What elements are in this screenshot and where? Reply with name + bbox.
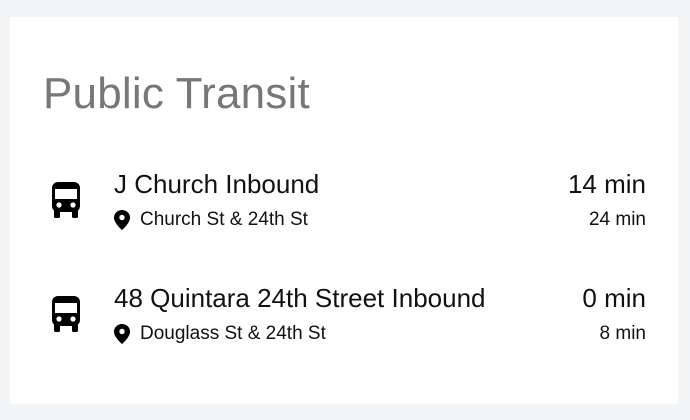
route-name: 48 Quintara 24th Street Inbound bbox=[114, 283, 486, 313]
next-departure-time: 8 min bbox=[599, 323, 646, 344]
stop-info: Church St & 24th St bbox=[114, 207, 308, 233]
stop-name: Douglass St & 24th St bbox=[140, 323, 326, 344]
eta-time: 14 min bbox=[567, 169, 646, 199]
card-title: Public Transit bbox=[43, 69, 310, 118]
eta-time: 0 min bbox=[582, 283, 646, 313]
departure-row[interactable]: 48 Quintara 24th Street Inbound Douglass… bbox=[10, 281, 678, 351]
bus-icon bbox=[52, 296, 80, 332]
next-departure-time: 24 min bbox=[588, 209, 646, 230]
stop-name: Church St & 24th St bbox=[140, 209, 308, 230]
transit-card: Public Transit J Church Inbound Church S… bbox=[10, 17, 678, 404]
route-name: J Church Inbound bbox=[114, 169, 320, 199]
stop-info: Douglass St & 24th St bbox=[114, 321, 326, 347]
map-pin-icon bbox=[114, 324, 130, 344]
bus-icon bbox=[52, 182, 80, 218]
map-pin-icon bbox=[114, 210, 130, 230]
departure-row[interactable]: J Church Inbound Church St & 24th St 14 … bbox=[10, 167, 678, 237]
